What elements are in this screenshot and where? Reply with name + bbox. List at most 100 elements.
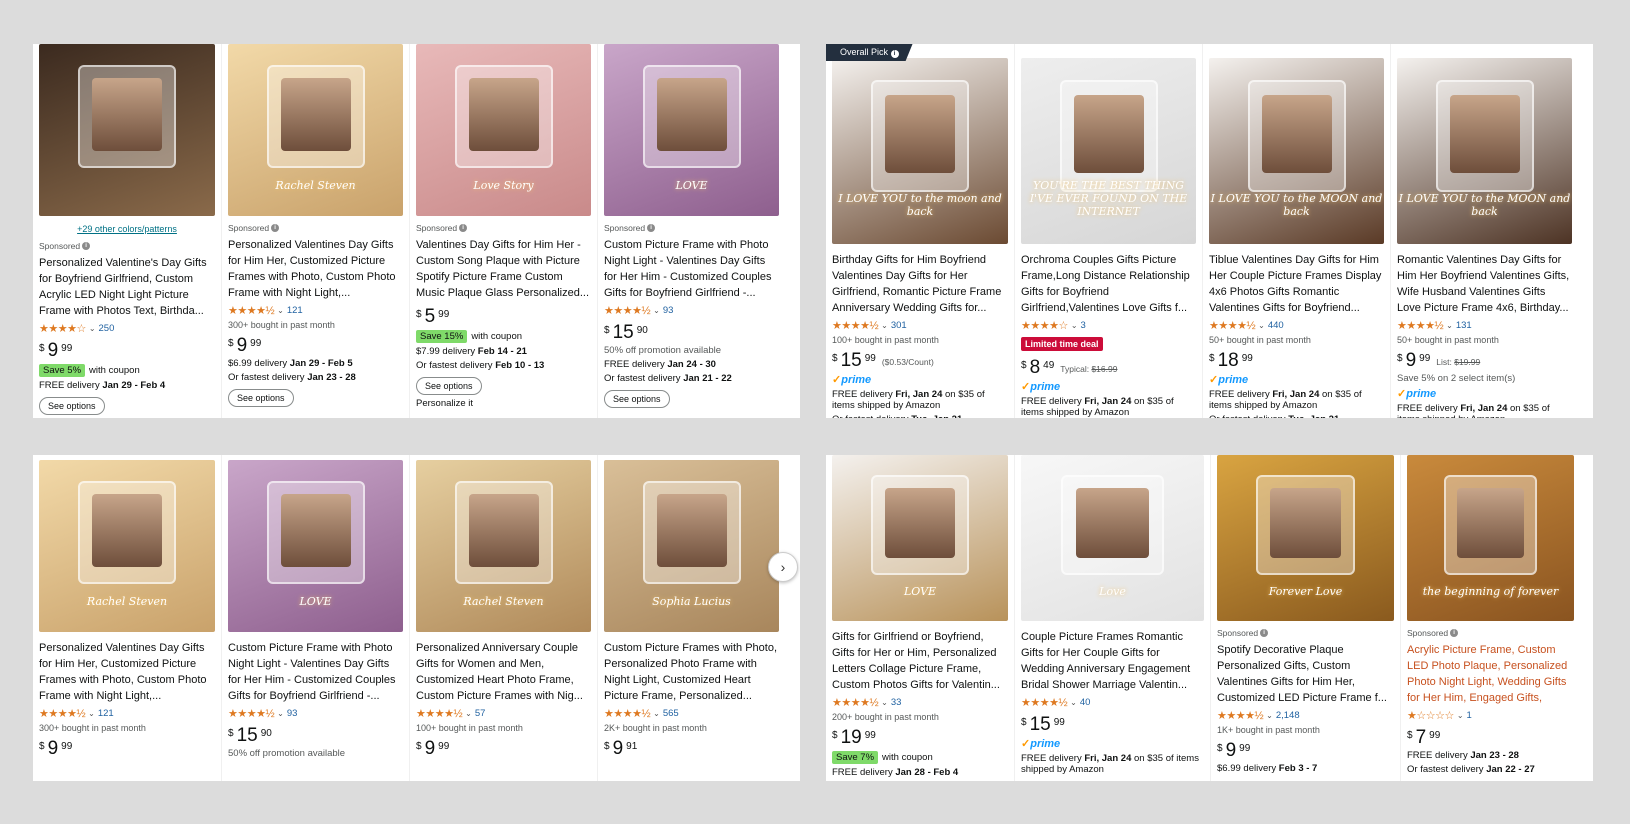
chevron-down-icon[interactable]: ⌄ — [88, 709, 95, 718]
coupon-badge[interactable]: Save 7% — [832, 751, 879, 764]
product-title-link[interactable]: Romantic Valentines Day Gifts for Him He… — [1397, 252, 1572, 316]
more-colors-link[interactable]: +29 other colors/patterns — [39, 224, 215, 234]
product-image[interactable]: Love Story — [416, 44, 591, 216]
rating-count-link[interactable]: 250 — [99, 323, 115, 334]
chevron-down-icon[interactable]: ⌄ — [1070, 698, 1077, 707]
chevron-down-icon[interactable]: ⌄ — [653, 709, 660, 718]
see-options-button[interactable]: See options — [604, 390, 670, 408]
chevron-down-icon[interactable]: ⌄ — [881, 321, 888, 330]
product-image[interactable]: I LOVE YOU to the MOON and back — [1209, 58, 1384, 244]
chevron-down-icon[interactable]: ⌄ — [1071, 321, 1078, 330]
product-title-link[interactable]: Custom Picture Frame with Photo Night Li… — [228, 640, 403, 704]
rating-count-link[interactable]: 40 — [1080, 697, 1091, 708]
product-image[interactable]: LOVE — [604, 44, 779, 216]
star-rating-icon[interactable]: ★★★★½ — [604, 707, 651, 720]
product-card[interactable]: I LOVE YOU to the MOON and back Tiblue Va… — [1202, 44, 1390, 418]
rating-count-link[interactable]: 33 — [891, 697, 902, 708]
star-rating-icon[interactable]: ★★★★☆ — [39, 322, 86, 335]
info-icon[interactable]: i — [82, 242, 91, 250]
rating-count-link[interactable]: 2,148 — [1276, 710, 1300, 721]
info-icon[interactable]: i — [1260, 629, 1269, 637]
chevron-down-icon[interactable]: ⌄ — [89, 324, 96, 333]
product-title-link[interactable]: Custom Picture Frame with Photo Night Li… — [604, 237, 779, 301]
chevron-down-icon[interactable]: ⌄ — [277, 306, 284, 315]
chevron-down-icon[interactable]: ⌄ — [1266, 711, 1273, 720]
product-card[interactable]: the beginning of forever Sponsored i Acryli… — [1400, 455, 1580, 781]
product-title-link[interactable]: Birthday Gifts for Him Boyfriend Valenti… — [832, 252, 1008, 316]
product-title-link[interactable]: Orchroma Couples Gifts Picture Frame,Lon… — [1021, 252, 1196, 316]
product-card[interactable]: I LOVE YOU to the moon and back Birthday … — [826, 44, 1014, 418]
chevron-down-icon[interactable]: ⌄ — [1457, 711, 1464, 720]
product-image[interactable]: Rachel Steven — [39, 460, 215, 632]
product-image[interactable]: YOU'RE THE BEST THING I'VE EVER FOUND ON… — [1021, 58, 1196, 244]
rating-count-link[interactable]: 121 — [287, 305, 303, 316]
product-card[interactable]: Forever Love Sponsored i Spotify Decorative… — [1210, 455, 1400, 781]
product-card[interactable]: LOVE Sponsored i Custom Picture Frame with … — [597, 44, 785, 418]
rating-count-link[interactable]: 121 — [98, 708, 114, 719]
carousel-next-button[interactable]: › — [768, 552, 798, 582]
info-icon[interactable]: i — [459, 224, 468, 232]
star-rating-icon[interactable]: ★★★★½ — [604, 304, 651, 317]
rating-count-link[interactable]: 440 — [1268, 320, 1284, 331]
rating-count-link[interactable]: 93 — [287, 708, 298, 719]
star-rating-icon[interactable]: ★★★★½ — [39, 707, 86, 720]
info-icon[interactable]: i — [271, 224, 280, 232]
chevron-down-icon[interactable]: ⌄ — [1258, 321, 1265, 330]
product-card[interactable]: Rachel Steven Personalized Anniversary Co… — [409, 455, 597, 781]
product-card[interactable]: Love Couple Picture Frames Romantic Gifts… — [1014, 455, 1210, 781]
info-icon[interactable]: i — [647, 224, 656, 232]
product-image[interactable] — [39, 44, 215, 216]
rating-count-link[interactable]: 131 — [1456, 320, 1472, 331]
star-rating-icon[interactable]: ★★★★½ — [416, 707, 463, 720]
product-card[interactable]: I LOVE YOU to the MOON and back Romantic … — [1390, 44, 1578, 418]
chevron-down-icon[interactable]: ⌄ — [465, 709, 472, 718]
chevron-down-icon[interactable]: ⌄ — [1446, 321, 1453, 330]
product-card[interactable]: Rachel Steven Personalized Valentines Day… — [33, 455, 221, 781]
star-rating-icon[interactable]: ★★★★½ — [832, 319, 879, 332]
rating-count-link[interactable]: 93 — [663, 305, 674, 316]
see-options-button[interactable]: See options — [228, 389, 294, 407]
product-image[interactable]: LOVE — [832, 455, 1008, 621]
see-options-button[interactable]: See options — [39, 397, 105, 415]
product-card[interactable]: +29 other colors/patterns Sponsored i Perso… — [33, 44, 221, 418]
product-title-link[interactable]: Couple Picture Frames Romantic Gifts for… — [1021, 629, 1204, 693]
rating-count-link[interactable]: 565 — [663, 708, 679, 719]
star-rating-icon[interactable]: ★☆☆☆☆ — [1407, 709, 1454, 722]
product-card[interactable]: LOVE Gifts for Girlfriend or Boyfriend, G… — [826, 455, 1014, 781]
info-icon[interactable]: i — [1450, 629, 1459, 637]
product-card[interactable]: Rachel Steven Sponsored i Personalized Vale… — [221, 44, 409, 418]
product-card[interactable]: Sophia Lucius Custom Picture Frames with … — [597, 455, 785, 781]
product-image[interactable]: Sophia Lucius — [604, 460, 779, 632]
product-image[interactable]: Forever Love — [1217, 455, 1394, 621]
product-title-link[interactable]: Tiblue Valentines Day Gifts for Him Her … — [1209, 252, 1384, 316]
personalize-link[interactable]: Personalize it — [416, 398, 591, 409]
star-rating-icon[interactable]: ★★★★½ — [1209, 319, 1256, 332]
star-rating-icon[interactable]: ★★★★½ — [228, 304, 275, 317]
product-card[interactable]: Love Story Sponsored i Valentines Day Gifts… — [409, 44, 597, 418]
rating-count-link[interactable]: 1 — [1467, 710, 1472, 721]
product-title-link[interactable]: Valentines Day Gifts for Him Her - Custo… — [416, 237, 591, 301]
product-title-link[interactable]: Personalized Valentine's Day Gifts for B… — [39, 255, 215, 319]
star-rating-icon[interactable]: ★★★★½ — [1021, 696, 1068, 709]
product-title-link[interactable]: Personalized Valentines Day Gifts for Hi… — [228, 237, 403, 301]
product-image[interactable]: Love — [1021, 455, 1204, 621]
star-rating-icon[interactable]: ★★★★½ — [1397, 319, 1444, 332]
chevron-down-icon[interactable]: ⌄ — [881, 698, 888, 707]
star-rating-icon[interactable]: ★★★★½ — [832, 696, 879, 709]
product-image[interactable]: the beginning of forever — [1407, 455, 1574, 621]
rating-count-link[interactable]: 57 — [475, 708, 486, 719]
product-card[interactable]: YOU'RE THE BEST THING I'VE EVER FOUND ON… — [1014, 44, 1202, 418]
product-image[interactable]: I LOVE YOU to the MOON and back — [1397, 58, 1572, 244]
see-options-button[interactable]: See options — [416, 377, 482, 395]
product-title-link[interactable]: Acrylic Picture Frame, Custom LED Photo … — [1407, 642, 1574, 706]
chevron-down-icon[interactable]: ⌄ — [277, 709, 284, 718]
rating-count-link[interactable]: 301 — [891, 320, 907, 331]
product-title-link[interactable]: Spotify Decorative Plaque Personalized G… — [1217, 642, 1394, 706]
product-title-link[interactable]: Gifts for Girlfriend or Boyfriend, Gifts… — [832, 629, 1008, 693]
product-image[interactable]: LOVE — [228, 460, 403, 632]
star-rating-icon[interactable]: ★★★★☆ — [1021, 319, 1068, 332]
product-title-link[interactable]: Custom Picture Frames with Photo, Person… — [604, 640, 779, 704]
product-image[interactable]: Rachel Steven — [228, 44, 403, 216]
star-rating-icon[interactable]: ★★★★½ — [1217, 709, 1264, 722]
coupon-badge[interactable]: Save 15% — [416, 330, 468, 343]
